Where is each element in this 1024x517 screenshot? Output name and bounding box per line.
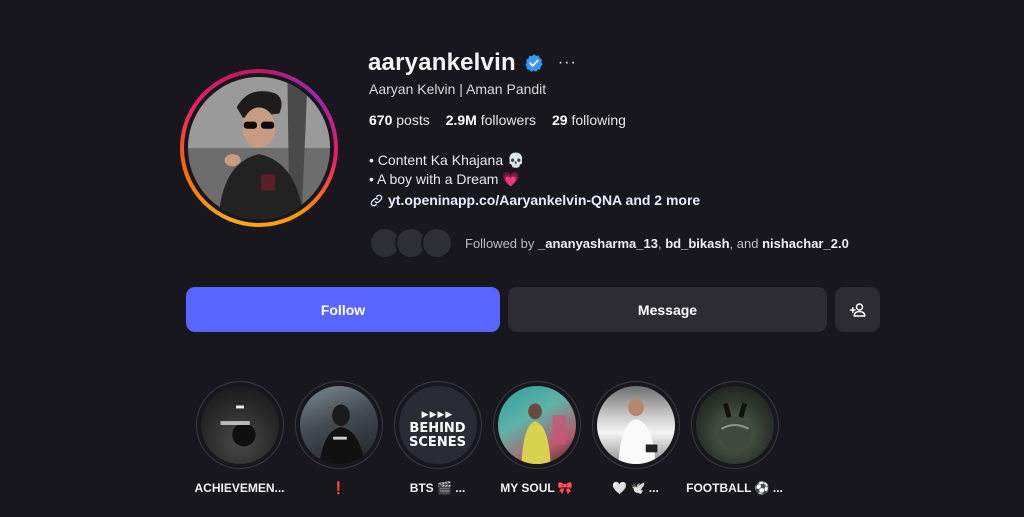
followers-count: 2.9M [445,112,477,128]
highlight-cover-photo [220,405,256,447]
highlight-cover [497,386,576,464]
highlight-ring [492,381,581,469]
cover-line: SCENES [409,435,466,450]
mutual-avatar [421,227,453,259]
posts-stat: 670 posts [369,112,430,128]
avatar-frame [184,73,334,223]
username-row: aaryankelvin ··· [368,49,577,77]
story-ring[interactable] [180,69,338,227]
highlight-label: ❗ [331,481,346,495]
highlight-label: MY SOUL 🎀 [500,481,573,495]
followers-label: followers [480,112,536,128]
message-button[interactable]: Message [508,287,827,332]
following-stat[interactable]: 29 following [552,112,626,128]
profile-stats: 670 posts 2.9M followers 29 following [369,112,642,128]
highlight-cover-photo [617,398,657,464]
highlight-item[interactable]: FOOTBALL ⚽ ... [685,381,784,495]
link-icon [370,194,383,206]
highlight-cover: ▶▶▶▶ BEHIND SCENES [398,386,477,464]
bio: • Content Ka Khajana 💀 • A boy with a Dr… [369,151,524,189]
separator: , and [729,235,759,251]
highlight-ring [591,381,680,469]
highlight-ring: ▶▶▶▶ BEHIND SCENES [393,381,482,469]
highlight-item[interactable]: ▶▶▶▶ BEHIND SCENES BTS 🎬 ... [388,381,487,495]
highlight-cover-photo [520,403,566,464]
bio-line: • Content Ka Khajana 💀 [369,152,525,168]
verified-badge-icon [525,54,543,72]
followed-by-text: Followed by _ananyasharma_13, bd_bikash,… [465,236,849,251]
full-name: Aaryan Kelvin | Aman Pandit [369,81,547,97]
highlight-cover [596,386,675,464]
highlight-cover [200,386,279,464]
highlight-label: FOOTBALL ⚽ ... [686,481,783,495]
highlight-label: BTS 🎬 ... [409,481,466,495]
highlight-cover-photo [717,402,752,450]
posts-count: 670 [369,112,393,128]
mutual-username[interactable]: _ananyasharma_13 [538,236,658,251]
highlight-item[interactable]: ACHIEVEMEN... [190,381,289,495]
bio-line: • A boy with a Dream 💗 [369,171,520,187]
posts-label: posts [396,112,430,128]
followed-by-prefix: Followed by [465,235,535,251]
highlight-item[interactable]: 🤍 🕊️ ... [586,381,685,495]
mutual-username[interactable]: bd_bikash [665,236,729,251]
arrows-icon: ▶▶▶▶ [421,410,454,420]
username: aaryankelvin [368,49,516,76]
story-highlights: ACHIEVEMEN... ❗ ▶▶▶▶ BEHIND SCENES BTS 🎬… [190,381,784,495]
person-add-icon [849,302,865,317]
cover-line: BEHIND [409,421,466,436]
suggest-accounts-button[interactable] [835,287,880,332]
mutual-username[interactable]: nishachar_2.0 [762,236,849,251]
avatar[interactable] [188,77,330,219]
following-label: following [571,112,626,128]
following-count: 29 [551,112,568,128]
highlight-cover-photo [319,404,364,464]
highlight-cover-text: ▶▶▶▶ BEHIND SCENES [399,408,477,450]
separator: , [657,235,662,251]
highlight-ring [195,381,284,469]
followers-stat[interactable]: 2.9M followers [446,112,536,128]
highlight-ring [294,381,383,469]
highlight-item[interactable]: MY SOUL 🎀 [487,381,586,495]
bio-link-text: yt.openinapp.co/Aaryankelvin-QNA and 2 m… [388,192,701,208]
highlight-item[interactable]: ❗ [289,381,388,495]
follow-button[interactable]: Follow [186,287,500,332]
highlight-cover [695,386,774,464]
avatar-photo [188,77,330,219]
mutual-avatars [369,227,459,259]
highlight-ring [690,381,779,469]
highlight-label: ACHIEVEMEN... [194,481,285,495]
highlight-label: 🤍 🕊️ ... [612,481,659,495]
highlight-cover [299,386,378,464]
bio-link[interactable]: yt.openinapp.co/Aaryankelvin-QNA and 2 m… [369,192,700,208]
more-options-icon[interactable]: ··· [558,54,577,72]
followed-by-row[interactable]: Followed by _ananyasharma_13, bd_bikash,… [369,227,849,259]
